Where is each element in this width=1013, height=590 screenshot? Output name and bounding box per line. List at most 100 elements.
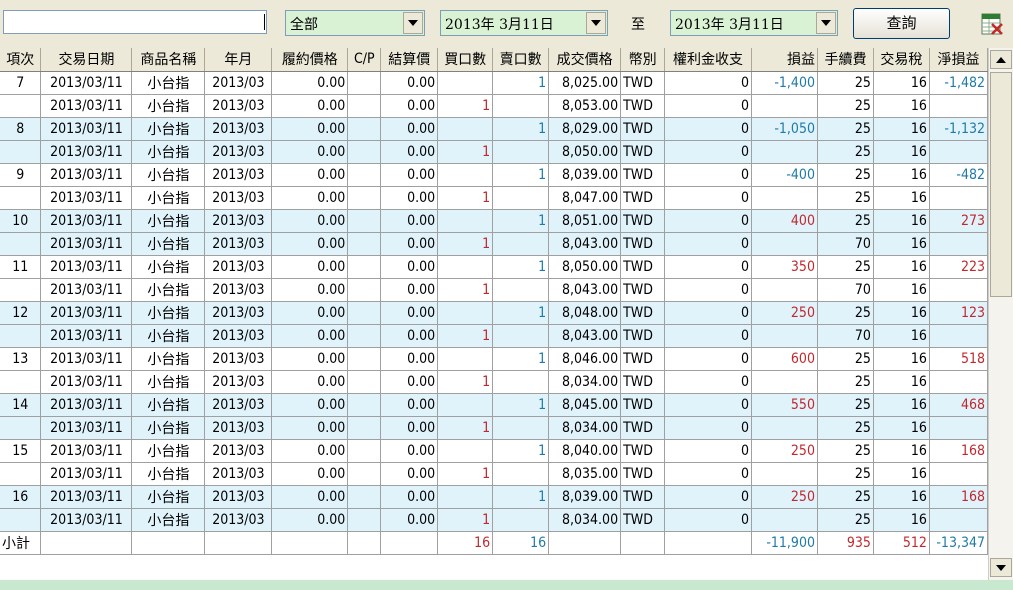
table-row[interactable]: 10 2013/03/11 小台指 2013/03 0.00 0.00 1 8,051.00 T… bbox=[0, 209, 988, 233]
table-cell-buy: 1 bbox=[437, 94, 494, 118]
col-header[interactable]: 手續費 bbox=[817, 48, 874, 72]
table-cell-strike: 0.00 bbox=[271, 186, 349, 210]
col-header[interactable]: 交易日期 bbox=[40, 48, 133, 72]
table-cell-ym: 2013/03 bbox=[204, 186, 273, 210]
excel-export-icon[interactable] bbox=[980, 12, 1004, 36]
table-cell-cur: TWD bbox=[620, 347, 666, 371]
table-cell-product: 小台指 bbox=[131, 508, 206, 532]
vertical-scrollbar[interactable] bbox=[988, 48, 1013, 580]
table-cell-settle: 0.00 bbox=[380, 462, 439, 486]
col-header[interactable]: 商品名稱 bbox=[131, 48, 206, 72]
table-row[interactable]: 15 2013/03/11 小台指 2013/03 0.00 0.00 1 8,040.00 T… bbox=[0, 439, 988, 463]
chevron-down-icon[interactable] bbox=[816, 12, 836, 34]
table-row[interactable]: 11 2013/03/11 小台指 2013/03 0.00 0.00 1 8,050.00 T… bbox=[0, 255, 988, 279]
date-to-value: 2013年 3月11日 bbox=[675, 17, 784, 33]
trade-table: 項次 交易日期 商品名稱 年月 履約價格 C/P 結算價 買口數 賣口數 成交價… bbox=[0, 48, 988, 555]
date-from-picker[interactable]: 2013年 3月11日 bbox=[440, 10, 608, 36]
table-cell-buy: 1 bbox=[437, 278, 494, 302]
table-cell-settle: 0.00 bbox=[380, 186, 439, 210]
table-cell-product: 小台指 bbox=[131, 416, 206, 440]
table-cell-date: 2013/03/11 bbox=[40, 278, 133, 302]
search-input[interactable] bbox=[3, 10, 267, 34]
table-cell-tax: 16 bbox=[873, 347, 930, 371]
table-row[interactable]: 2013/03/11 小台指 2013/03 0.00 0.00 1 8,043.00 TWD… bbox=[0, 278, 988, 302]
col-header[interactable]: 年月 bbox=[204, 48, 273, 72]
trade-grid[interactable]: 項次 交易日期 商品名稱 年月 履約價格 C/P 結算價 買口數 賣口數 成交價… bbox=[0, 48, 988, 580]
table-cell-premium: 0 bbox=[664, 255, 753, 279]
scroll-up-icon[interactable] bbox=[990, 50, 1012, 69]
subtotal-label: 小計 bbox=[0, 531, 42, 555]
table-row[interactable]: 2013/03/11 小台指 2013/03 0.00 0.00 1 8,043.00 TWD… bbox=[0, 324, 988, 348]
table-cell-cur: TWD bbox=[620, 324, 666, 348]
col-header[interactable]: 淨損益 bbox=[929, 48, 988, 72]
table-cell-date: 2013/03/11 bbox=[40, 462, 133, 486]
col-header[interactable]: 結算價 bbox=[380, 48, 439, 72]
table-row[interactable]: 2013/03/11 小台指 2013/03 0.00 0.00 1 8,050.00 TWD… bbox=[0, 140, 988, 164]
table-cell-settle: 0.00 bbox=[380, 301, 439, 325]
table-cell-net: 273 bbox=[929, 209, 988, 233]
col-header[interactable]: 交易稅 bbox=[873, 48, 930, 72]
table-row[interactable]: 2013/03/11 小台指 2013/03 0.00 0.00 1 8,043.00 TWD… bbox=[0, 232, 988, 256]
table-row[interactable]: 2013/03/11 小台指 2013/03 0.00 0.00 1 8,034.00 TWD… bbox=[0, 508, 988, 532]
table-cell-net bbox=[929, 94, 988, 118]
table-cell-cur: TWD bbox=[620, 393, 666, 417]
scroll-thumb[interactable] bbox=[990, 72, 1012, 297]
table-cell-strike: 0.00 bbox=[271, 117, 349, 141]
toolbar: 全部 2013年 3月11日 至 2013年 3月11日 查詢 bbox=[0, 0, 1013, 48]
category-select[interactable]: 全部 bbox=[285, 10, 425, 36]
table-cell-price: 8,039.00 bbox=[548, 163, 622, 187]
table-cell-tax: 16 bbox=[873, 232, 930, 256]
table-cell-pl: -1,050 bbox=[751, 117, 818, 141]
table-row[interactable]: 16 2013/03/11 小台指 2013/03 0.00 0.00 1 8,039.00 T… bbox=[0, 485, 988, 509]
col-header[interactable]: 賣口數 bbox=[492, 48, 550, 72]
col-header[interactable]: C/P bbox=[347, 48, 382, 72]
table-row[interactable]: 2013/03/11 小台指 2013/03 0.00 0.00 1 8,035.00 TWD… bbox=[0, 462, 988, 486]
table-row[interactable]: 13 2013/03/11 小台指 2013/03 0.00 0.00 1 8,046.00 T… bbox=[0, 347, 988, 371]
table-cell-cur: TWD bbox=[620, 416, 666, 440]
table-row[interactable]: 2013/03/11 小台指 2013/03 0.00 0.00 1 8,053.00 TWD… bbox=[0, 94, 988, 118]
table-cell-pl: 250 bbox=[751, 439, 818, 463]
table-cell-fee: 25 bbox=[817, 370, 874, 394]
scroll-down-icon[interactable] bbox=[990, 558, 1012, 577]
table-row[interactable]: 14 2013/03/11 小台指 2013/03 0.00 0.00 1 8,045.00 T… bbox=[0, 393, 988, 417]
table-cell bbox=[204, 531, 273, 555]
table-cell-tax: 16 bbox=[873, 71, 930, 95]
table-cell-strike: 0.00 bbox=[271, 439, 349, 463]
table-cell-tax: 16 bbox=[873, 117, 930, 141]
subtotal-tax: 512 bbox=[873, 531, 930, 555]
table-cell-cur: TWD bbox=[620, 140, 666, 164]
col-header[interactable]: 成交價格 bbox=[548, 48, 622, 72]
table-cell-net bbox=[929, 324, 988, 348]
col-header[interactable]: 履約價格 bbox=[271, 48, 349, 72]
table-cell-price: 8,043.00 bbox=[548, 278, 622, 302]
table-row[interactable]: 9 2013/03/11 小台指 2013/03 0.00 0.00 1 8,039.00 TW… bbox=[0, 163, 988, 187]
table-cell-pl: 550 bbox=[751, 393, 818, 417]
table-row[interactable]: 2013/03/11 小台指 2013/03 0.00 0.00 1 8,034.00 TWD… bbox=[0, 416, 988, 440]
col-header[interactable]: 項次 bbox=[0, 48, 42, 72]
table-row[interactable]: 12 2013/03/11 小台指 2013/03 0.00 0.00 1 8,048.00 T… bbox=[0, 301, 988, 325]
chevron-down-icon[interactable] bbox=[586, 12, 606, 34]
col-header[interactable]: 損益 bbox=[751, 48, 818, 72]
table-cell-settle: 0.00 bbox=[380, 508, 439, 532]
date-to-picker[interactable]: 2013年 3月11日 bbox=[670, 10, 838, 36]
col-header[interactable]: 權利金收支 bbox=[664, 48, 753, 72]
table-cell-item: 16 bbox=[0, 485, 42, 509]
col-header[interactable]: 買口數 bbox=[437, 48, 494, 72]
query-button[interactable]: 查詢 bbox=[853, 8, 950, 39]
table-cell-sell: 1 bbox=[492, 255, 550, 279]
table-cell-strike: 0.00 bbox=[271, 163, 349, 187]
table-cell-strike: 0.00 bbox=[271, 324, 349, 348]
table-row[interactable]: 7 2013/03/11 小台指 2013/03 0.00 0.00 1 8,025.00 TW… bbox=[0, 71, 988, 95]
chevron-down-icon[interactable] bbox=[403, 12, 423, 34]
table-cell-sell: 1 bbox=[492, 347, 550, 371]
table-cell-fee: 25 bbox=[817, 186, 874, 210]
table-cell-cp bbox=[347, 117, 382, 141]
table-cell-product: 小台指 bbox=[131, 140, 206, 164]
table-row[interactable]: 2013/03/11 小台指 2013/03 0.00 0.00 1 8,047.00 TWD… bbox=[0, 186, 988, 210]
col-header[interactable]: 幣別 bbox=[620, 48, 666, 72]
table-row[interactable]: 8 2013/03/11 小台指 2013/03 0.00 0.00 1 8,029.00 TW… bbox=[0, 117, 988, 141]
table-header-row: 項次 交易日期 商品名稱 年月 履約價格 C/P 結算價 買口數 賣口數 成交價… bbox=[0, 48, 988, 72]
table-cell-item: 8 bbox=[0, 117, 42, 141]
table-row[interactable]: 2013/03/11 小台指 2013/03 0.00 0.00 1 8,034.00 TWD… bbox=[0, 370, 988, 394]
table-cell-strike: 0.00 bbox=[271, 347, 349, 371]
